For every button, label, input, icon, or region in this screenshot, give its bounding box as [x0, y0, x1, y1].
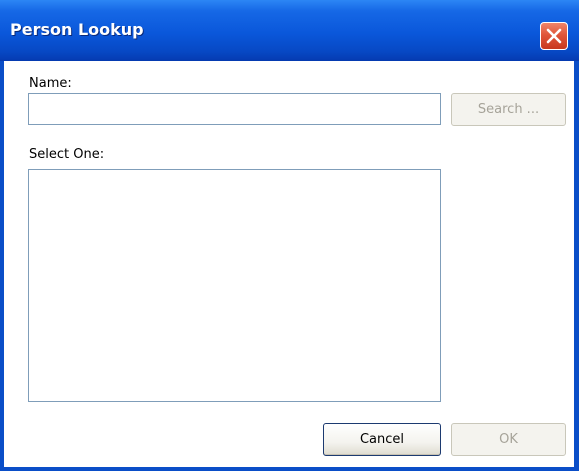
title-bar[interactable]: Person Lookup: [0, 0, 579, 61]
search-button[interactable]: Search ...: [451, 93, 566, 126]
name-label: Name:: [29, 76, 72, 91]
window-title: Person Lookup: [10, 20, 144, 39]
person-lookup-dialog: Person Lookup Name: Search ... Select On…: [0, 0, 579, 471]
ok-button[interactable]: OK: [451, 423, 566, 456]
cancel-button[interactable]: Cancel: [323, 423, 441, 456]
results-listbox[interactable]: [28, 169, 441, 402]
name-input[interactable]: [28, 93, 441, 125]
close-button[interactable]: [540, 22, 568, 50]
dialog-body: Name: Search ... Select One: Cancel OK: [4, 61, 574, 467]
select-one-label: Select One:: [29, 147, 105, 162]
close-icon: [546, 28, 562, 44]
